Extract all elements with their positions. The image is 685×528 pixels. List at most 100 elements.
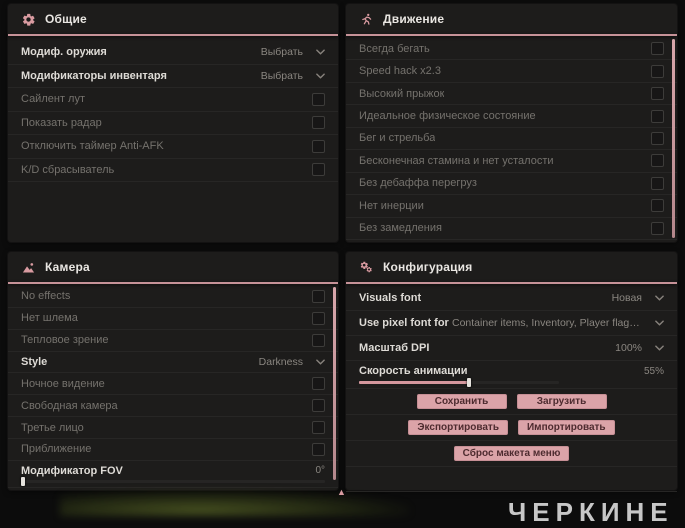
panel-header: Конфигурация (346, 252, 677, 282)
slider-header: Скорость анимации 55% (359, 365, 664, 377)
checkbox[interactable] (312, 333, 325, 347)
checkbox[interactable] (651, 199, 664, 213)
row-label: Нет инерции (359, 199, 424, 212)
row-checkbox[interactable]: Идеальное физическое состояние (346, 105, 677, 128)
dropdown-value: Выбрать (260, 69, 303, 82)
row-checkbox[interactable]: Ночное видение (8, 373, 338, 396)
row-checkbox[interactable]: Показать радар (8, 112, 338, 135)
row-label: Высокий прыжок (359, 87, 445, 100)
row-checkbox[interactable]: Нет инерции (346, 195, 677, 218)
row-slider[interactable]: Скорость анимации 55% (346, 361, 677, 389)
row-checkbox[interactable]: Тепловое зрение (8, 330, 338, 352)
row-label: Модификаторы инвентаря (21, 69, 167, 82)
row-label: Нет шлема (21, 312, 78, 325)
row-checkbox[interactable]: Нет шлема (8, 308, 338, 330)
button[interactable]: Загрузить (516, 394, 607, 409)
scrollbar[interactable] (672, 39, 675, 238)
dropdown[interactable]: 100% (615, 342, 664, 354)
slider-track[interactable] (21, 476, 325, 486)
row-dropdown[interactable]: Visuals font Новая (346, 286, 677, 311)
row-checkbox[interactable]: Сайлент лут (8, 88, 338, 112)
row-label: Приближение (21, 443, 92, 456)
row-label: Третье лицо (21, 421, 84, 434)
dropdown[interactable]: Выбрать (261, 46, 325, 58)
row-checkbox[interactable]: Свободная камера (8, 395, 338, 418)
background-glow (60, 490, 410, 516)
panel-general: Общие Модиф. оружия Выбрать Модификаторы и… (8, 4, 338, 242)
row-checkbox[interactable]: Третье лицо (8, 417, 338, 440)
checkbox[interactable] (651, 154, 664, 168)
header-accent (346, 34, 677, 36)
row-slider[interactable]: Модификатор FOV 0° (8, 461, 338, 488)
checkbox[interactable] (651, 176, 664, 190)
checkbox[interactable] (312, 311, 325, 325)
row-label: Без дебаффа перегруз (359, 177, 477, 190)
row-checkbox[interactable]: Speed hack x2.3 (346, 60, 677, 83)
checkbox[interactable] (651, 109, 664, 123)
row-checkbox[interactable]: Приближение (8, 439, 338, 461)
checkbox[interactable] (651, 87, 664, 101)
chevron-down-icon (655, 345, 664, 351)
checkbox[interactable] (312, 421, 325, 435)
row-dropdown[interactable]: Модификаторы инвентаря Выбрать (8, 65, 338, 88)
row-label: Идеальное физическое состояние (359, 110, 536, 123)
row-dropdown[interactable]: Use pixel font for Container items, Inven… (346, 311, 677, 336)
row-dropdown[interactable]: Масштаб DPI 100% (346, 336, 677, 361)
row-checkbox[interactable]: Отключить таймер Anti-AFK (8, 135, 338, 159)
panel-title: Конфигурация (383, 260, 473, 274)
row-label: Модификатор FOV (21, 464, 123, 477)
dropdown[interactable]: Darkness (259, 356, 325, 368)
panel-title: Общие (45, 12, 87, 26)
chevron-down-icon (316, 73, 325, 79)
button[interactable]: Экспортировать (408, 420, 508, 435)
checkbox[interactable] (651, 221, 664, 235)
checkbox[interactable] (312, 92, 325, 106)
checkbox[interactable] (312, 163, 325, 177)
checkbox[interactable] (651, 42, 664, 56)
row-label: Use pixel font for (359, 317, 449, 329)
row-label: Модиф. оружия (21, 46, 107, 59)
scrollbar[interactable] (333, 287, 336, 480)
dropdown[interactable]: Выбрать (261, 70, 325, 82)
dropdown[interactable]: Container items, Inventory, Player flags… (452, 317, 664, 329)
slider-thumb[interactable] (21, 476, 25, 486)
checkbox[interactable] (312, 289, 325, 303)
slider-track[interactable] (359, 378, 559, 387)
checkbox[interactable] (312, 399, 325, 413)
row-dropdown[interactable]: Модиф. оружия Выбрать (8, 41, 338, 65)
row-checkbox[interactable]: Без замедления (346, 218, 677, 240)
chevron-down-icon (316, 49, 325, 55)
row-checkbox[interactable]: Бесконечная стамина и нет усталости (346, 150, 677, 173)
checkbox[interactable] (312, 139, 325, 153)
checkbox[interactable] (312, 442, 325, 456)
row-checkbox[interactable]: Бег и стрельба (346, 128, 677, 151)
button[interactable]: Импортировать (517, 420, 615, 435)
button[interactable]: Сохранить (416, 394, 507, 409)
row-checkbox[interactable]: Высокий прыжок (346, 83, 677, 106)
dropdown[interactable]: Новая (612, 292, 664, 304)
row-label: Speed hack x2.3 (359, 65, 441, 78)
checkbox[interactable] (651, 64, 664, 78)
checkbox[interactable] (312, 377, 325, 391)
panel-rows: Всегда бегать Speed hack x2.3 Высокий прыж… (346, 38, 677, 240)
row-checkbox[interactable]: Всегда бегать (346, 38, 677, 61)
panel-header: Камера (8, 252, 338, 282)
button[interactable]: Сброс макета меню (453, 446, 570, 461)
panel-rows: Модиф. оружия Выбрать Модификаторы инвента… (8, 38, 338, 240)
scroll-indicator-icon[interactable]: ▲ (337, 487, 346, 497)
row-checkbox[interactable]: K/D сбрасыватель (8, 159, 338, 182)
gear-icon (21, 12, 36, 27)
slider-thumb[interactable] (467, 378, 471, 387)
button-row: Сохранить Загрузить (346, 389, 677, 415)
row-checkbox[interactable]: No effects (8, 286, 338, 308)
row-label: Масштаб DPI (359, 342, 430, 354)
slider-header: Модификатор FOV 0° (21, 465, 325, 477)
checkbox[interactable] (651, 131, 664, 145)
row-label: K/D сбрасыватель (21, 163, 115, 176)
row-dropdown[interactable]: Style Darkness (8, 352, 338, 374)
panel-rows: No effects Нет шлема Тепловое зрение Style D… (8, 286, 338, 488)
panel-title: Камера (45, 260, 90, 274)
row-checkbox[interactable]: Без дебаффа перегруз (346, 173, 677, 196)
checkbox[interactable] (312, 116, 325, 130)
row-label: Отключить таймер Anti-AFK (21, 140, 164, 153)
